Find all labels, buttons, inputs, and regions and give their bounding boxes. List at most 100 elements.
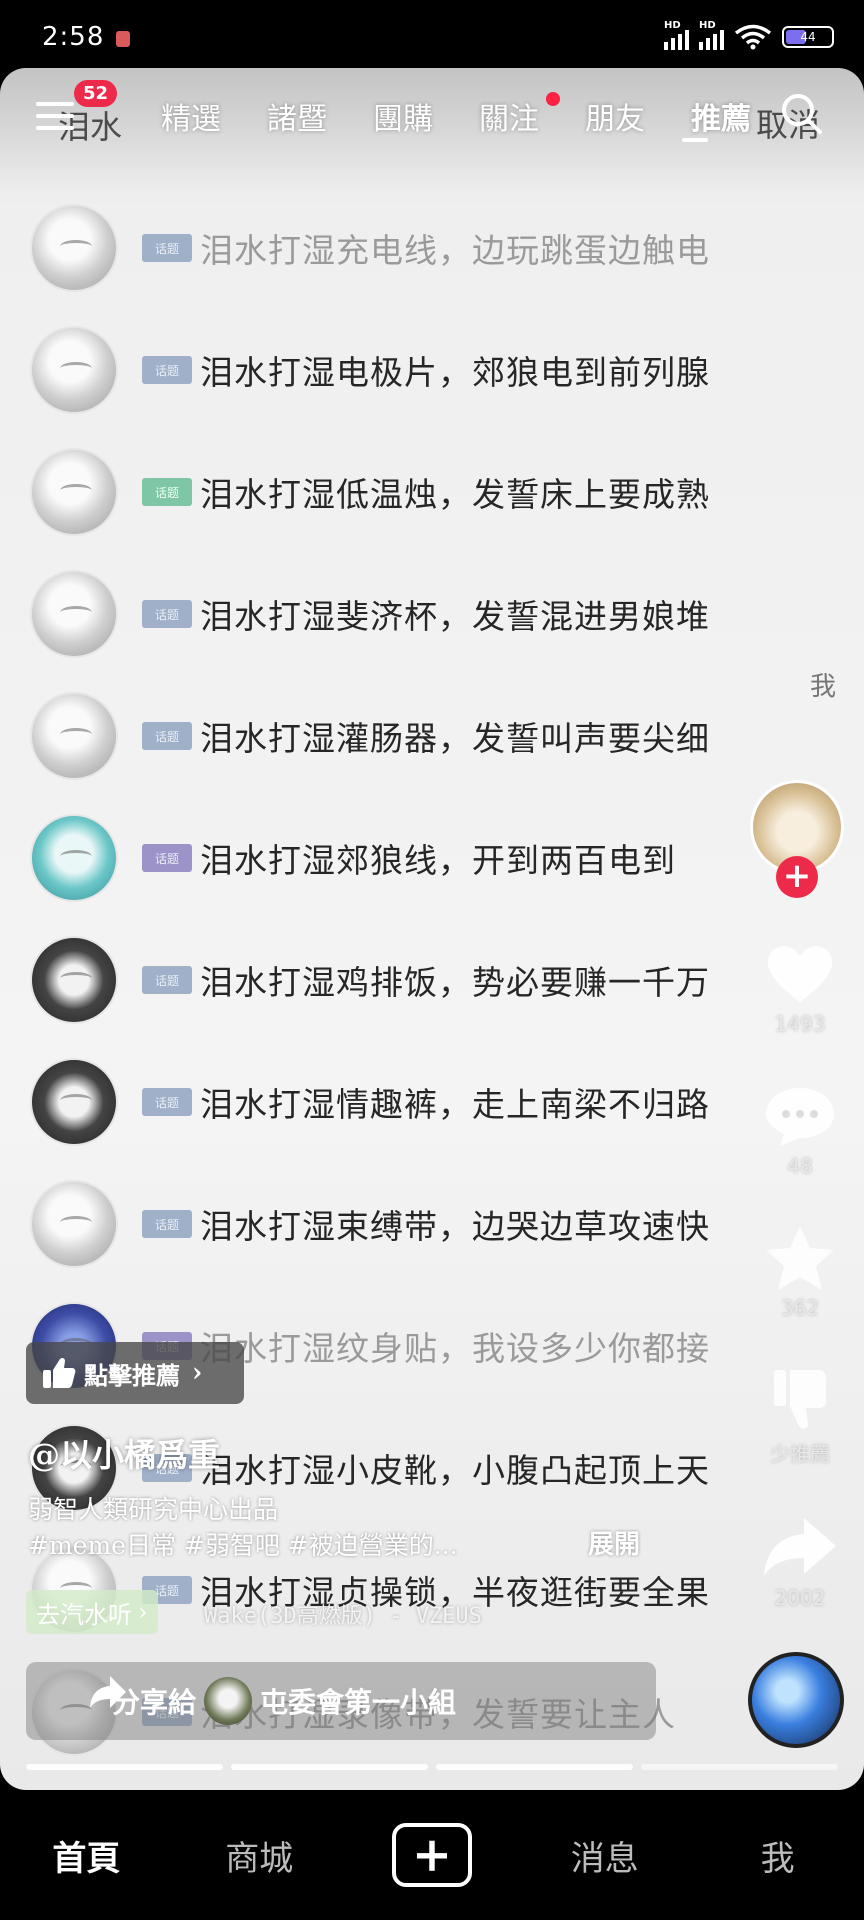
bottom-tab-bar: 首頁 商城 + 消息 我 bbox=[0, 1790, 864, 1920]
tab-group-buy[interactable]: 團購 bbox=[350, 94, 456, 138]
tab-featured[interactable]: 精選 bbox=[138, 94, 244, 138]
list-extra-text: 我 bbox=[810, 672, 837, 702]
top-nav: 泪水 52 精選 諸暨 團購 關注 朋友 推薦 取消 bbox=[0, 72, 864, 172]
list-item: 话题 泪水打湿情趣裤，走上南梁不归路 bbox=[30, 1052, 860, 1152]
favorite-count: 362 bbox=[780, 1296, 820, 1320]
item-text: 泪水打湿低温烛，发誓床上要成熟 bbox=[200, 475, 710, 514]
active-tab-indicator bbox=[682, 138, 708, 142]
signal-icon-2: HD bbox=[699, 20, 724, 50]
tab-local[interactable]: 諸暨 bbox=[244, 94, 350, 138]
avatar bbox=[30, 204, 118, 292]
avatar bbox=[30, 570, 118, 658]
thumbs-down-icon bbox=[774, 1370, 826, 1429]
tab-friends[interactable]: 朋友 bbox=[562, 94, 668, 138]
dislike-label: 少推薦 bbox=[770, 1442, 830, 1466]
thumbs-up-icon bbox=[43, 1357, 76, 1388]
battery-level: 44 bbox=[800, 30, 816, 44]
item-text: 泪水打湿情趣裤，走上南梁不归路 bbox=[200, 1085, 710, 1124]
item-tag: 话题 bbox=[142, 722, 192, 750]
item-text: 泪水打湿电极片，郊狼电到前列腺 bbox=[200, 353, 710, 392]
playback-progress bbox=[26, 1764, 838, 1770]
author-name[interactable]: @以小橘爲重 bbox=[28, 1430, 220, 1476]
dislike-button[interactable]: 少推薦 bbox=[742, 1364, 858, 1467]
like-button[interactable]: 1493 bbox=[742, 938, 858, 1036]
status-indicators: HD HD 44 bbox=[664, 20, 834, 50]
video-description: 弱智人類研究中心出品 bbox=[28, 1495, 279, 1524]
item-tag: 话题 bbox=[142, 1088, 192, 1116]
item-tag: 话题 bbox=[142, 1210, 192, 1238]
item-tag: 话题 bbox=[142, 478, 192, 506]
list-item: 话题 泪水打湿郊狼线，开到两百电到 bbox=[30, 808, 860, 908]
item-text: 泪水打湿郊狼线，开到两百电到 bbox=[200, 841, 676, 880]
item-text: 泪水打湿束缚带，边哭边草攻速快 bbox=[200, 1207, 710, 1246]
avatar bbox=[30, 1058, 118, 1146]
avatar bbox=[30, 326, 118, 414]
menu-icon[interactable] bbox=[36, 102, 74, 134]
item-tag: 话题 bbox=[142, 234, 192, 262]
follow-button[interactable]: + bbox=[776, 856, 818, 898]
item-text: 泪水打湿纹身贴，我设多少你都接 bbox=[200, 1329, 710, 1368]
list-item: 话题 泪水打湿鸡排饭，势必要赚一千万 bbox=[30, 930, 860, 1030]
list-item: 话题 泪水打湿充电线，边玩跳蛋边触电 bbox=[30, 198, 860, 298]
heart-icon bbox=[767, 945, 833, 1002]
list-item: 话题 泪水打湿低温烛，发誓床上要成熟 bbox=[30, 442, 860, 542]
share-group-name: 屯委會第一小組 bbox=[260, 1686, 457, 1719]
music-app-label: 去汽水听 bbox=[36, 1600, 132, 1629]
notification-icon bbox=[116, 31, 130, 47]
item-text: 泪水打湿灌肠器，发誓叫声要尖细 bbox=[200, 719, 710, 758]
avatar bbox=[30, 814, 118, 902]
comment-button[interactable]: 48 bbox=[742, 1080, 858, 1178]
like-count: 1493 bbox=[774, 1012, 826, 1036]
item-tag: 话题 bbox=[142, 600, 192, 628]
share-arrow-icon bbox=[90, 1676, 126, 1708]
list-item: 话题 泪水打湿斐济杯，发誓混进男娘堆 bbox=[30, 564, 860, 664]
following-dot bbox=[546, 92, 560, 106]
expand-button[interactable]: 展開 bbox=[588, 1524, 640, 1561]
nav-tabs: 精選 諸暨 團購 關注 朋友 推薦 bbox=[138, 92, 774, 138]
avatar bbox=[30, 692, 118, 780]
item-tag: 话题 bbox=[142, 966, 192, 994]
item-text: 泪水打湿充电线，边玩跳蛋边触电 bbox=[200, 231, 710, 270]
tab-following[interactable]: 關注 bbox=[456, 92, 562, 138]
item-text: 泪水打湿斐济杯，发誓混进男娘堆 bbox=[200, 597, 710, 636]
wifi-icon bbox=[734, 24, 772, 50]
share-arrow-icon bbox=[764, 1518, 836, 1576]
item-tag: 话题 bbox=[142, 844, 192, 872]
tab-me[interactable]: 我 bbox=[691, 1831, 864, 1880]
tab-messages[interactable]: 消息 bbox=[518, 1831, 691, 1880]
star-icon bbox=[766, 1226, 834, 1290]
tab-following-label: 關注 bbox=[479, 102, 539, 137]
share-button[interactable]: 2002 bbox=[742, 1512, 858, 1610]
favorite-button[interactable]: 362 bbox=[742, 1222, 858, 1320]
video-hashtags[interactable]: #meme日常 #弱智吧 #被迫營業的... bbox=[28, 1526, 458, 1562]
tab-home[interactable]: 首頁 bbox=[0, 1831, 173, 1880]
signal-icon: HD bbox=[664, 20, 689, 50]
list-item: 话题 泪水打湿灌肠器，发誓叫声要尖细 bbox=[30, 686, 860, 786]
item-tag: 话题 bbox=[142, 356, 192, 384]
music-disc[interactable] bbox=[748, 1652, 844, 1748]
status-bar: 2:58 HD HD 44 bbox=[0, 0, 864, 68]
chevron-right-icon: › bbox=[138, 1598, 148, 1626]
recommend-button[interactable]: 點擊推薦 › bbox=[26, 1342, 244, 1404]
chevron-right-icon: › bbox=[192, 1358, 203, 1388]
tab-create[interactable]: + bbox=[346, 1823, 519, 1887]
music-track[interactable]: Wake(3D高燃版) - VZEUS bbox=[204, 1598, 482, 1630]
group-avatar bbox=[204, 1677, 253, 1725]
avatar bbox=[30, 1180, 118, 1268]
list-item: 话题 泪水打湿束缚带，边哭边草攻速快 bbox=[30, 1174, 860, 1274]
create-plus-icon: + bbox=[391, 1823, 472, 1887]
menu-badge: 52 bbox=[74, 80, 118, 107]
comment-icon bbox=[766, 1088, 834, 1146]
music-app-button[interactable]: 去汽水听 › bbox=[26, 1590, 158, 1634]
item-text: 泪水打湿小皮靴，小腹凸起顶上天 bbox=[200, 1451, 710, 1490]
search-icon[interactable] bbox=[778, 90, 824, 136]
list-item: 话题 泪水打湿电极片，郊狼电到前列腺 bbox=[30, 320, 860, 420]
item-text: 泪水打湿鸡排饭，势必要赚一千万 bbox=[200, 963, 710, 1002]
status-time: 2:58 bbox=[42, 22, 105, 52]
recommend-label: 點擊推薦 bbox=[84, 1360, 180, 1390]
comment-count: 48 bbox=[787, 1154, 813, 1178]
avatar bbox=[30, 936, 118, 1024]
avatar bbox=[30, 448, 118, 536]
tab-mall[interactable]: 商城 bbox=[173, 1831, 346, 1880]
share-count: 2002 bbox=[774, 1586, 826, 1610]
